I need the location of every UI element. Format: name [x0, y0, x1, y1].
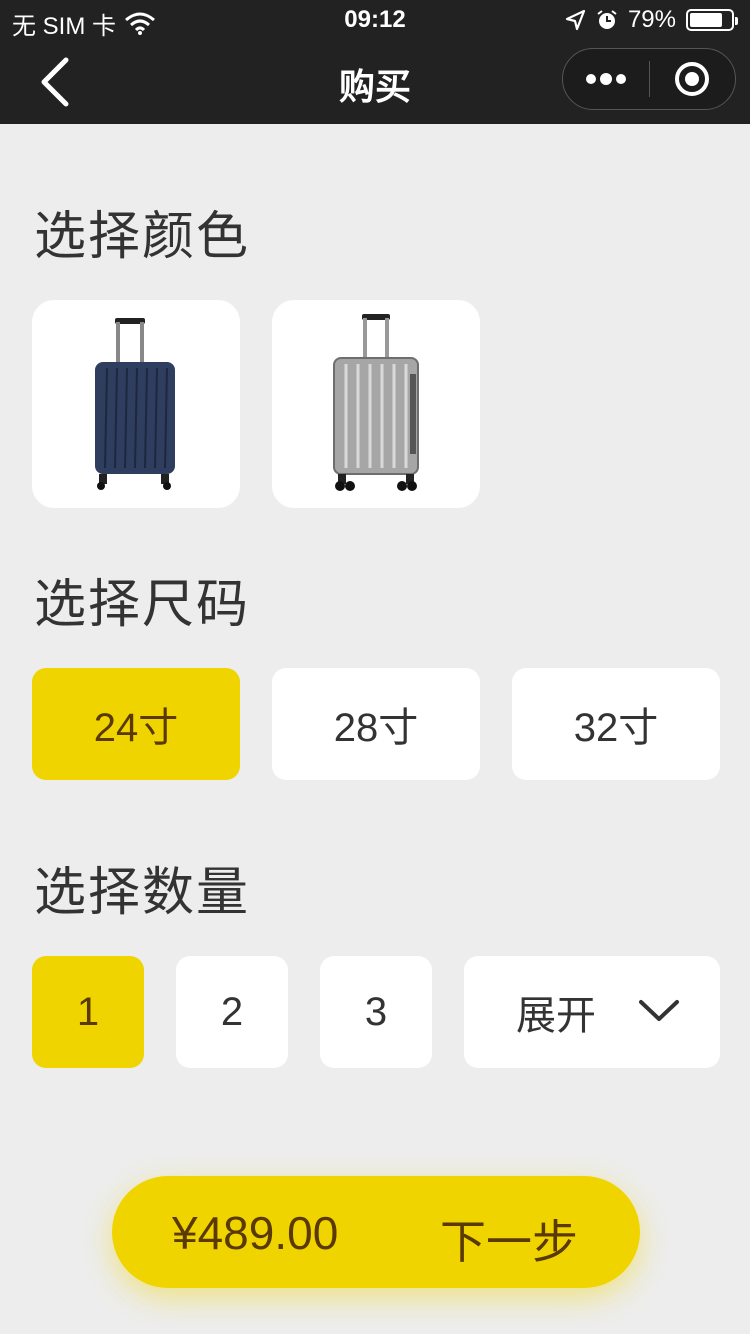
nav-bar: 购买 — [0, 40, 750, 124]
color-section-title: 选择颜色 — [34, 207, 251, 267]
color-option-navy[interactable] — [32, 300, 240, 508]
size-option-28[interactable]: 28寸 — [272, 668, 480, 780]
quantity-section-title: 选择数量 — [34, 863, 251, 923]
chevron-down-icon — [639, 1000, 679, 1021]
size-option-32[interactable]: 32寸 — [512, 668, 720, 780]
quantity-option-3[interactable]: 3 — [320, 956, 432, 1068]
next-step-label: 下一步 — [440, 1216, 578, 1268]
size-section-title: 选择尺码 — [34, 575, 251, 635]
suitcase-navy-image — [95, 318, 175, 490]
location-arrow-icon — [565, 9, 586, 31]
size-option-24[interactable]: 24寸 — [32, 668, 240, 780]
mini-program-capsule — [562, 48, 736, 110]
suitcase-silver-image — [333, 314, 419, 491]
quantity-option-2[interactable]: 2 — [176, 956, 288, 1068]
battery-fill — [690, 13, 722, 27]
battery-percent: 79% — [627, 6, 676, 33]
expand-label: 展开 — [516, 994, 596, 1038]
total-price: ¥489.00 — [172, 1207, 339, 1259]
alarm-icon — [597, 10, 617, 29]
close-button[interactable] — [650, 48, 736, 110]
status-right: 79% — [564, 6, 738, 34]
target-circle-icon — [675, 62, 710, 96]
more-dots-icon — [585, 73, 626, 85]
quantity-option-1[interactable]: 1 — [32, 956, 144, 1068]
color-option-silver[interactable] — [272, 300, 480, 508]
expand-button[interactable]: 展开 — [464, 956, 720, 1068]
more-button[interactable] — [563, 48, 649, 110]
battery-icon — [686, 9, 738, 31]
next-step-button[interactable]: ¥489.00 下一步 — [112, 1176, 640, 1288]
status-bar: 无 SIM 卡 09:12 79% — [0, 0, 750, 40]
